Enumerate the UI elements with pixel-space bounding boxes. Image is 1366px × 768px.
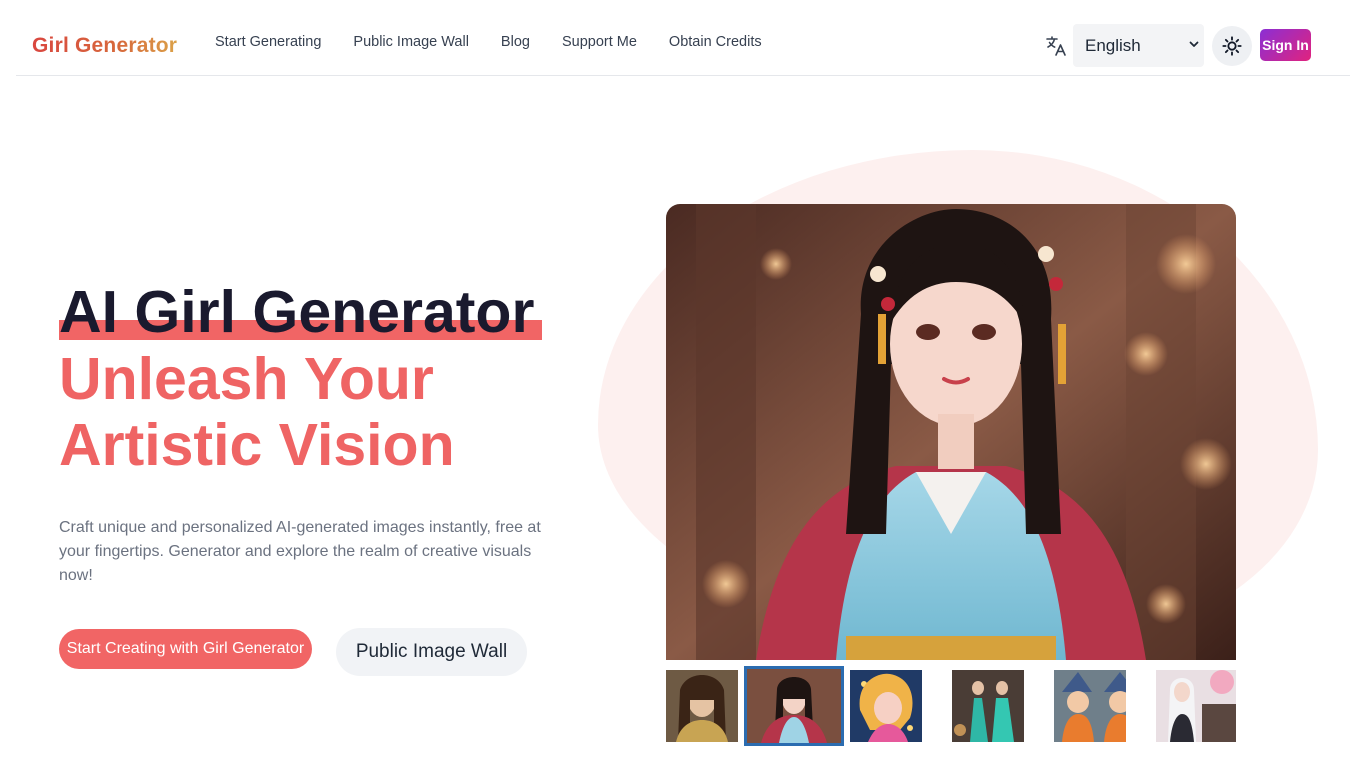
featured-image bbox=[666, 204, 1236, 660]
thumbnail-item[interactable] bbox=[850, 670, 922, 742]
theme-toggle-button[interactable] bbox=[1212, 26, 1252, 66]
hero-description: Craft unique and personalized AI-generat… bbox=[59, 519, 541, 584]
nav-support-me[interactable]: Support Me bbox=[562, 34, 637, 50]
brand-logo[interactable]: Girl Generator bbox=[32, 34, 177, 58]
nav-blog[interactable]: Blog bbox=[501, 34, 530, 50]
public-image-wall-button[interactable]: Public Image Wall bbox=[336, 628, 527, 676]
nav-start-generating[interactable]: Start Generating bbox=[215, 34, 321, 50]
hero-subtitle: Unleash Your Artistic Vision bbox=[59, 346, 455, 478]
thumbnail-item[interactable] bbox=[666, 670, 738, 742]
hanfu-girl-illustration bbox=[666, 204, 1236, 660]
nav-obtain-credits[interactable]: Obtain Credits bbox=[669, 34, 762, 50]
thumbnail-item[interactable] bbox=[952, 670, 1024, 742]
thumbnail-item-active[interactable] bbox=[744, 666, 844, 746]
thumbnail-item[interactable] bbox=[1156, 670, 1236, 742]
main-nav: Start Generating Public Image Wall Blog … bbox=[215, 34, 762, 50]
nav-public-image-wall[interactable]: Public Image Wall bbox=[353, 34, 469, 50]
thumbnail-item[interactable] bbox=[1054, 670, 1126, 742]
start-creating-button[interactable]: Start Creating with Girl Generator bbox=[59, 629, 312, 669]
sun-icon bbox=[1222, 36, 1242, 56]
page-title: AI Girl Generator bbox=[59, 279, 535, 345]
language-select[interactable]: English bbox=[1073, 24, 1204, 67]
thumbnail-strip bbox=[666, 666, 1236, 746]
translate-icon bbox=[1046, 36, 1066, 56]
sign-in-button[interactable]: Sign In bbox=[1260, 29, 1311, 61]
